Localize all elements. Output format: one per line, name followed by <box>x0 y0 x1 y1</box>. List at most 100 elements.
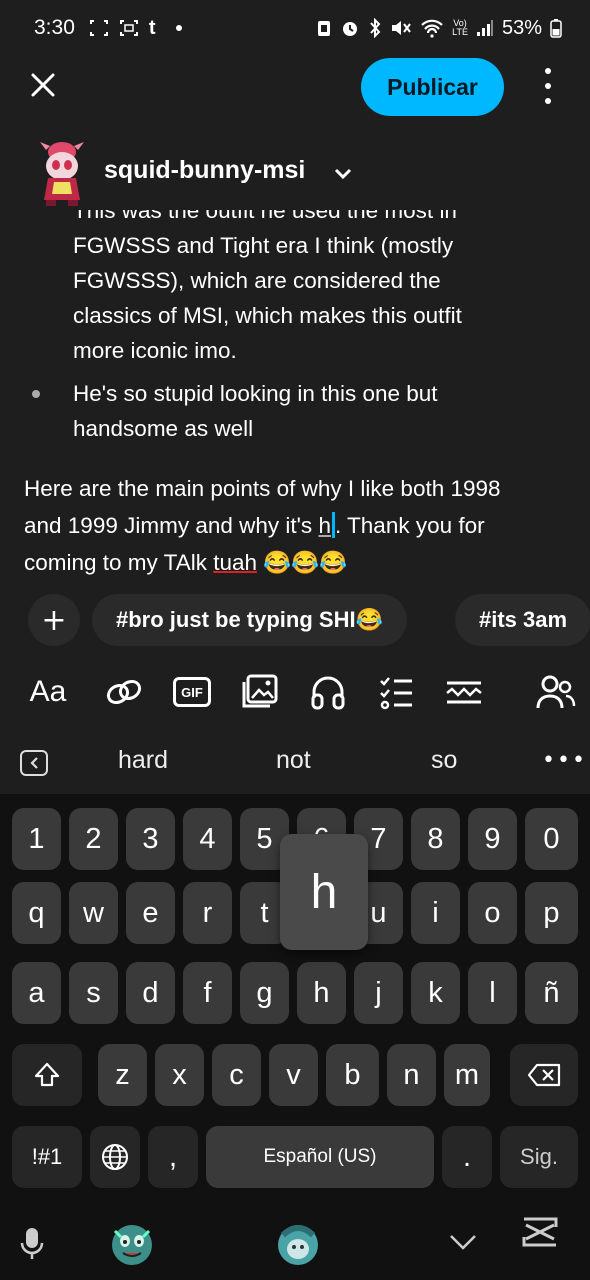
publish-button[interactable]: Publicar <box>361 58 504 116</box>
emoji-button[interactable] <box>272 1218 324 1270</box>
key-8[interactable]: 8 <box>411 808 460 870</box>
audio-button[interactable] <box>306 670 350 714</box>
more-dot-icon <box>545 83 551 89</box>
key-n-tilde[interactable]: ñ <box>525 962 578 1024</box>
screenshot-icon <box>119 20 138 36</box>
text-span: coming to my TAlk <box>24 550 214 575</box>
add-tag-button[interactable]: + <box>28 594 80 646</box>
list-item-line: This was the outfit he used the most in <box>73 210 457 223</box>
image-icon <box>242 674 278 708</box>
list-item-line: FGWSSS and Tight era I think (mostly <box>73 233 454 258</box>
key-i[interactable]: i <box>411 882 460 944</box>
status-time: 3:30 <box>34 16 75 39</box>
keyboard-bottom-bar <box>0 1200 590 1280</box>
language-key[interactable] <box>90 1126 140 1188</box>
composing-word: h <box>318 513 331 538</box>
key-e[interactable]: e <box>126 882 175 944</box>
key-c[interactable]: c <box>212 1044 261 1106</box>
key-m[interactable]: m <box>444 1044 490 1106</box>
sticker-button[interactable] <box>106 1218 158 1270</box>
key-w[interactable]: w <box>69 882 118 944</box>
symbols-key[interactable]: !#1 <box>12 1126 82 1188</box>
blog-name: squid-bunny-msi <box>104 156 306 184</box>
capcut-button[interactable] <box>520 1214 560 1250</box>
link-button[interactable] <box>102 670 146 714</box>
key-r[interactable]: r <box>183 882 232 944</box>
headphones-icon <box>311 676 345 710</box>
key-0[interactable]: 0 <box>525 808 578 870</box>
key-h[interactable]: h <box>297 962 346 1024</box>
key-3[interactable]: 3 <box>126 808 175 870</box>
gif-button[interactable]: GIF <box>170 670 214 714</box>
key-z[interactable]: z <box>98 1044 147 1106</box>
keyboard-toolbar-toggle[interactable] <box>20 750 48 776</box>
poll-button[interactable] <box>374 670 418 714</box>
more-suggestions-button[interactable]: ••• <box>542 748 587 773</box>
text-span: and 1999 Jimmy and why it's <box>24 513 319 538</box>
period-key[interactable]: . <box>442 1126 492 1188</box>
more-dot-icon <box>545 98 551 104</box>
misspelled-word[interactable]: tuah <box>213 550 257 575</box>
sticker-icon <box>112 1225 152 1265</box>
status-bar: 3:30 t Vo) LTE 53% <box>0 0 590 56</box>
key-s[interactable]: s <box>69 962 118 1024</box>
key-g[interactable]: g <box>240 962 289 1024</box>
keyboard-suggestion-bar: hard not so ••• <box>0 732 590 794</box>
alarm-silent-icon <box>318 21 331 36</box>
key-d[interactable]: d <box>126 962 175 1024</box>
read-more-button[interactable] <box>442 670 486 714</box>
shift-key[interactable] <box>12 1044 82 1106</box>
list-item: He's so stupid looking in this one but h… <box>73 376 543 446</box>
suggestion[interactable]: not <box>276 746 311 775</box>
key-q[interactable]: q <box>12 882 61 944</box>
key-o[interactable]: o <box>468 882 517 944</box>
key-9[interactable]: 9 <box>468 808 517 870</box>
close-icon <box>31 73 55 97</box>
backspace-key[interactable] <box>510 1044 578 1106</box>
key-1[interactable]: 1 <box>12 808 61 870</box>
chevron-left-icon <box>30 757 38 769</box>
tag-chip[interactable]: #its 3am <box>455 594 590 646</box>
mention-button[interactable] <box>534 670 578 714</box>
tumblr-notification-icon: t <box>148 16 156 39</box>
text-format-button[interactable]: Aa <box>26 670 70 714</box>
key-2[interactable]: 2 <box>69 808 118 870</box>
space-key[interactable]: Español (US) <box>206 1126 434 1188</box>
gif-icon: GIF <box>173 677 211 707</box>
voice-input-button[interactable] <box>16 1226 48 1262</box>
key-4[interactable]: 4 <box>183 808 232 870</box>
next-key[interactable]: Sig. <box>500 1126 578 1188</box>
key-p[interactable]: p <box>525 882 578 944</box>
suggestion[interactable]: hard <box>118 746 168 775</box>
comma-key[interactable]: , <box>148 1126 198 1188</box>
list-item-line: FGWSSS), which are considered the <box>73 268 441 293</box>
capcut-icon <box>522 1217 558 1247</box>
status-left-icons: t <box>89 17 182 40</box>
key-k[interactable]: k <box>411 962 460 1024</box>
key-b[interactable]: b <box>326 1044 379 1106</box>
key-v[interactable]: v <box>269 1044 318 1106</box>
key-x[interactable]: x <box>155 1044 204 1106</box>
key-n[interactable]: n <box>387 1044 436 1106</box>
image-button[interactable] <box>238 670 282 714</box>
more-options-button[interactable] <box>534 68 562 104</box>
signal-icon <box>476 20 493 36</box>
globe-icon <box>102 1144 128 1170</box>
key-l[interactable]: l <box>468 962 517 1024</box>
paragraph: Here are the main points of why I like b… <box>24 470 576 581</box>
link-icon <box>106 679 142 705</box>
microphone-icon <box>20 1228 44 1259</box>
hide-keyboard-button[interactable] <box>448 1230 478 1254</box>
list-item-line: He's so stupid looking in this one but <box>73 381 438 406</box>
close-button[interactable] <box>24 66 62 104</box>
key-a[interactable]: a <box>12 962 61 1024</box>
blog-selector[interactable]: squid-bunny-msi <box>0 138 590 210</box>
backspace-icon <box>527 1063 561 1087</box>
key-f[interactable]: f <box>183 962 232 1024</box>
key-preview-popup: h <box>280 834 368 950</box>
tag-chip[interactable]: #bro just be typing SHI😂 <box>92 594 407 646</box>
list-item-line: more iconic imo. <box>73 338 237 363</box>
post-body-editor[interactable]: This was the outfit he used the most in … <box>0 210 590 586</box>
suggestion[interactable]: so <box>431 746 457 775</box>
key-j[interactable]: j <box>354 962 403 1024</box>
